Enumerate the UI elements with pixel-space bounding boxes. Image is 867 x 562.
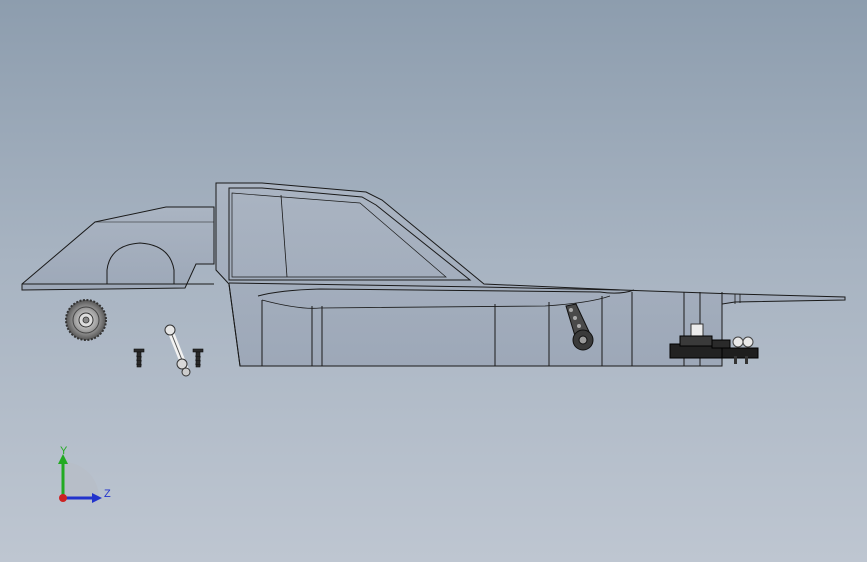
screw[interactable] bbox=[133, 348, 145, 368]
y-axis-label: Y bbox=[60, 445, 68, 457]
car-body-shell[interactable] bbox=[21, 206, 215, 291]
spur-gear[interactable] bbox=[65, 299, 107, 341]
z-axis-label: Z bbox=[104, 488, 111, 500]
graphics-viewport[interactable]: Y Z bbox=[0, 0, 867, 562]
suspension-link[interactable] bbox=[164, 324, 191, 377]
screw[interactable] bbox=[192, 348, 204, 368]
x-axis-origin-icon bbox=[59, 494, 67, 502]
triad-plane bbox=[63, 462, 99, 498]
coordinate-triad: Y Z bbox=[48, 440, 118, 510]
model-view[interactable] bbox=[0, 0, 867, 562]
